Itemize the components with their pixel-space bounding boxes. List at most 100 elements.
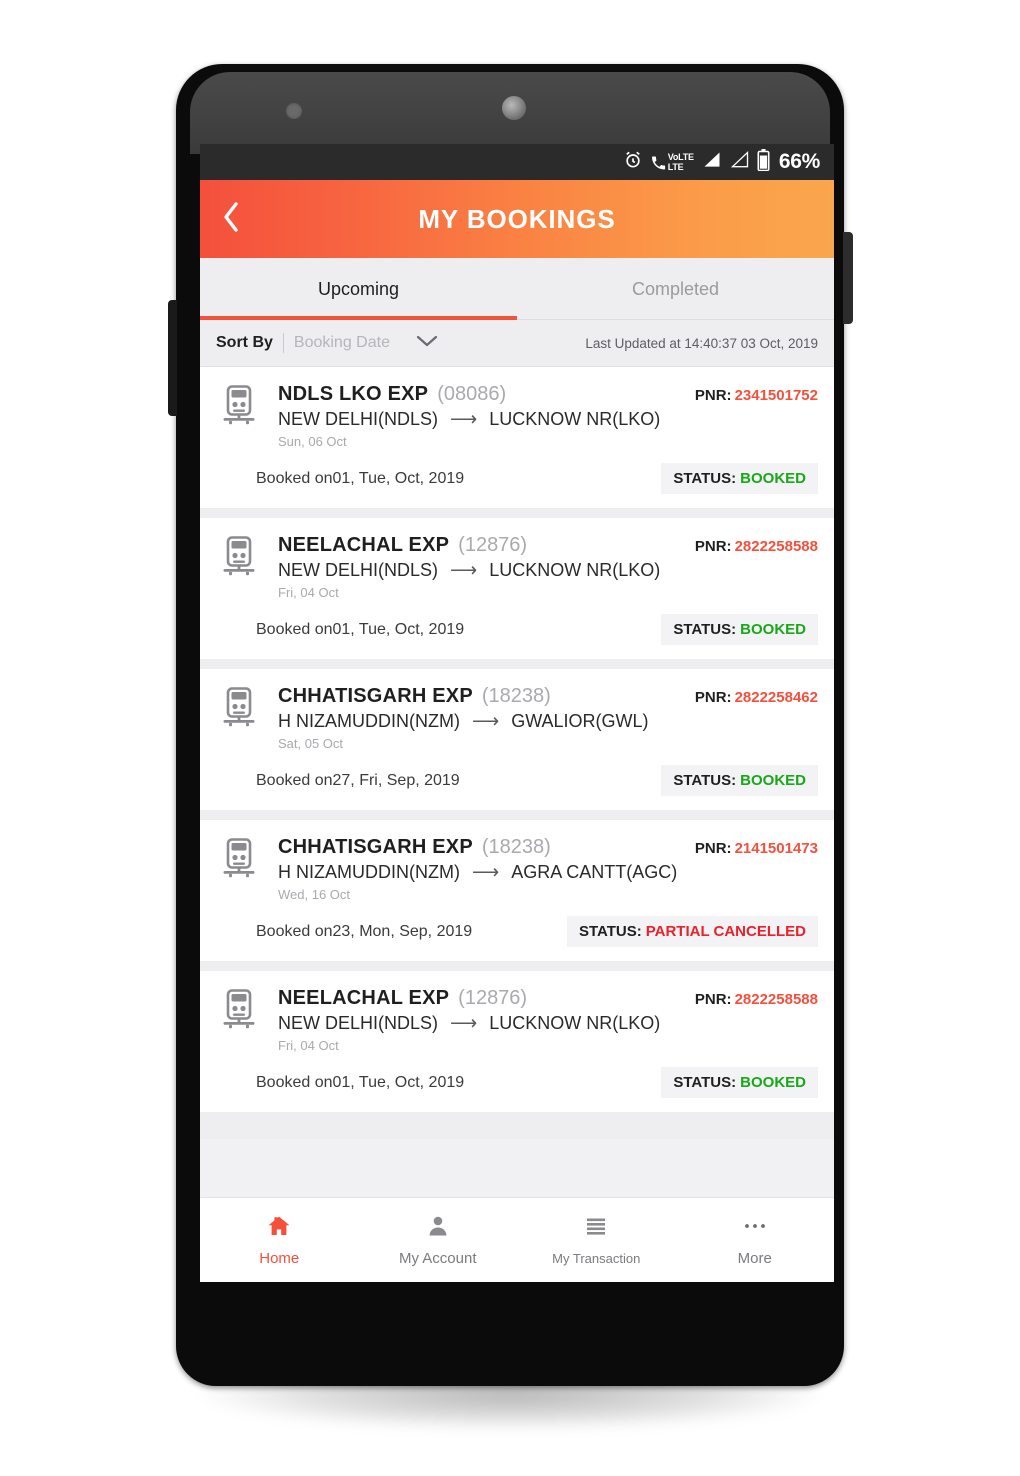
pnr-label: PNR:	[694, 840, 732, 857]
from-station: NEW DELHI(NDLS)	[278, 409, 439, 429]
status-value: PARTIAL CANCELLED	[645, 923, 806, 940]
pnr-value: 2822258462	[734, 689, 818, 706]
ellipsis-icon	[741, 1214, 769, 1243]
arrow-right-icon: ⟶	[471, 711, 500, 732]
pnr-value: 2822258588	[734, 991, 818, 1008]
pnr-value: 2822258588	[734, 538, 818, 555]
page-title: MY BOOKINGS	[418, 203, 616, 234]
nav-item-my-account[interactable]: My Account	[359, 1198, 518, 1282]
nav-item-home[interactable]: Home	[200, 1198, 359, 1282]
journey-date: Sun, 06 Oct	[278, 434, 347, 449]
pnr-block: PNR: 2141501473	[695, 836, 818, 902]
nav-item-my-transaction[interactable]: My Transaction	[517, 1198, 676, 1282]
tab-completed[interactable]: Completed	[517, 258, 834, 320]
train-name: NDLS LKO EXP	[278, 383, 429, 405]
sort-control[interactable]: Sort By Booking Date	[216, 333, 440, 354]
train-name: NEELACHAL EXP	[278, 534, 450, 556]
nav-label-more: More	[737, 1249, 772, 1267]
train-icon	[222, 383, 278, 449]
arrow-right-icon: ⟶	[450, 560, 478, 581]
tab-bar: Upcoming Completed	[200, 258, 834, 320]
train-icon	[222, 987, 278, 1053]
train-icon	[222, 836, 278, 902]
arrow-right-icon: ⟶	[450, 409, 478, 430]
pnr-block: PNR: 2822258462	[695, 685, 818, 751]
volume-button[interactable]	[168, 300, 177, 416]
journey-date: Sat, 05 Oct	[278, 736, 344, 751]
status-value: BOOKED	[740, 1074, 806, 1091]
power-button[interactable]	[843, 232, 853, 324]
tab-upcoming-label: Upcoming	[317, 278, 400, 299]
battery-percent-label: 66%	[778, 150, 820, 173]
status-bar: VoLTE LTE 66%	[200, 144, 834, 180]
train-name: NEELACHAL EXP	[278, 987, 450, 1009]
from-station: NEW DELHI(NDLS)	[278, 1013, 439, 1033]
status-badge: STATUS: BOOKED	[661, 463, 818, 494]
volte-icon: VoLTE LTE	[650, 151, 694, 172]
booked-on-label: Booked on27, Fri, Sep, 2019	[256, 771, 460, 789]
to-station: AGRA CANTT(AGC)	[511, 862, 678, 882]
train-number: (08086)	[437, 383, 507, 405]
list-lines-icon	[584, 1215, 608, 1244]
to-station: LUCKNOW NR(LKO)	[489, 1013, 661, 1033]
status-label: STATUS:	[578, 923, 642, 940]
signal-bars-icon	[701, 150, 723, 175]
lte-label: LTE	[667, 161, 684, 172]
pnr-block: PNR: 2822258588	[695, 534, 818, 600]
to-station: LUCKNOW NR(LKO)	[489, 560, 661, 580]
tab-completed-label: Completed	[631, 278, 720, 299]
status-badge: STATUS: BOOKED	[661, 1067, 818, 1098]
sort-divider	[282, 333, 284, 353]
train-number: (12876)	[458, 987, 528, 1009]
phone-screen: VoLTE LTE 66% MY BOOKINGS Upcoming Compl…	[200, 144, 834, 1282]
arrow-right-icon: ⟶	[471, 862, 500, 883]
to-station: GWALIOR(GWL)	[511, 711, 649, 731]
last-updated-label: Last Updated at 14:40:37 03 Oct, 2019	[585, 335, 818, 351]
arrow-right-icon: ⟶	[450, 1013, 478, 1034]
booking-card[interactable]: CHHATISGARH EXP (18238) H NIZAMUDDIN(NZM…	[200, 820, 834, 961]
nav-item-more[interactable]: More	[676, 1198, 835, 1282]
pnr-value: 2341501752	[734, 387, 818, 404]
status-value: BOOKED	[740, 621, 806, 638]
status-value: BOOKED	[740, 772, 806, 789]
journey-date: Fri, 04 Oct	[278, 585, 339, 600]
train-number: (18238)	[481, 836, 551, 858]
booking-card[interactable]: NDLS LKO EXP (08086) NEW DELHI(NDLS) ⟶ L…	[200, 367, 834, 508]
booking-card[interactable]: NEELACHAL EXP (12876) NEW DELHI(NDLS) ⟶ …	[200, 518, 834, 659]
train-icon	[222, 685, 278, 751]
status-badge: STATUS: BOOKED	[661, 765, 818, 796]
nav-label-home: Home	[259, 1249, 300, 1267]
chevron-down-icon[interactable]	[414, 333, 440, 354]
volte-label: VoLTE	[667, 151, 694, 162]
from-station: H NIZAMUDDIN(NZM)	[278, 862, 460, 882]
pnr-block: PNR: 2822258588	[695, 987, 818, 1053]
tab-active-indicator	[200, 316, 517, 320]
proximity-sensor-icon	[286, 103, 302, 119]
battery-icon	[757, 148, 770, 176]
booked-on-label: Booked on01, Tue, Oct, 2019	[256, 620, 465, 638]
status-label: STATUS:	[673, 621, 737, 638]
from-station: H NIZAMUDDIN(NZM)	[278, 711, 460, 731]
booking-list[interactable]: NDLS LKO EXP (08086) NEW DELHI(NDLS) ⟶ L…	[200, 367, 834, 1139]
pnr-label: PNR:	[694, 538, 732, 555]
home-icon	[266, 1214, 292, 1243]
status-label: STATUS:	[673, 1074, 737, 1091]
sort-by-label: Sort By	[216, 334, 273, 351]
status-badge: STATUS: PARTIAL CANCELLED	[566, 916, 818, 947]
booked-on-label: Booked on01, Tue, Oct, 2019	[256, 1073, 465, 1091]
pnr-label: PNR:	[694, 991, 732, 1008]
from-station: NEW DELHI(NDLS)	[278, 560, 439, 580]
tab-upcoming[interactable]: Upcoming	[200, 258, 517, 320]
sort-by-value: Booking Date	[293, 334, 390, 351]
booked-on-label: Booked on23, Mon, Sep, 2019	[256, 922, 473, 940]
person-icon	[426, 1214, 450, 1243]
booking-card[interactable]: NEELACHAL EXP (12876) NEW DELHI(NDLS) ⟶ …	[200, 971, 834, 1112]
journey-date: Fri, 04 Oct	[278, 1038, 339, 1053]
bottom-navigation-bar: Home My Account My Transaction More	[200, 1197, 834, 1282]
train-name: CHHATISGARH EXP	[278, 836, 473, 858]
sort-bar: Sort By Booking Date Last Updated at 14:…	[200, 320, 834, 367]
booking-card[interactable]: CHHATISGARH EXP (18238) H NIZAMUDDIN(NZM…	[200, 669, 834, 810]
signal-bars-empty-icon	[730, 150, 750, 175]
booked-on-label: Booked on01, Tue, Oct, 2019	[256, 469, 465, 487]
train-number: (12876)	[458, 534, 528, 556]
